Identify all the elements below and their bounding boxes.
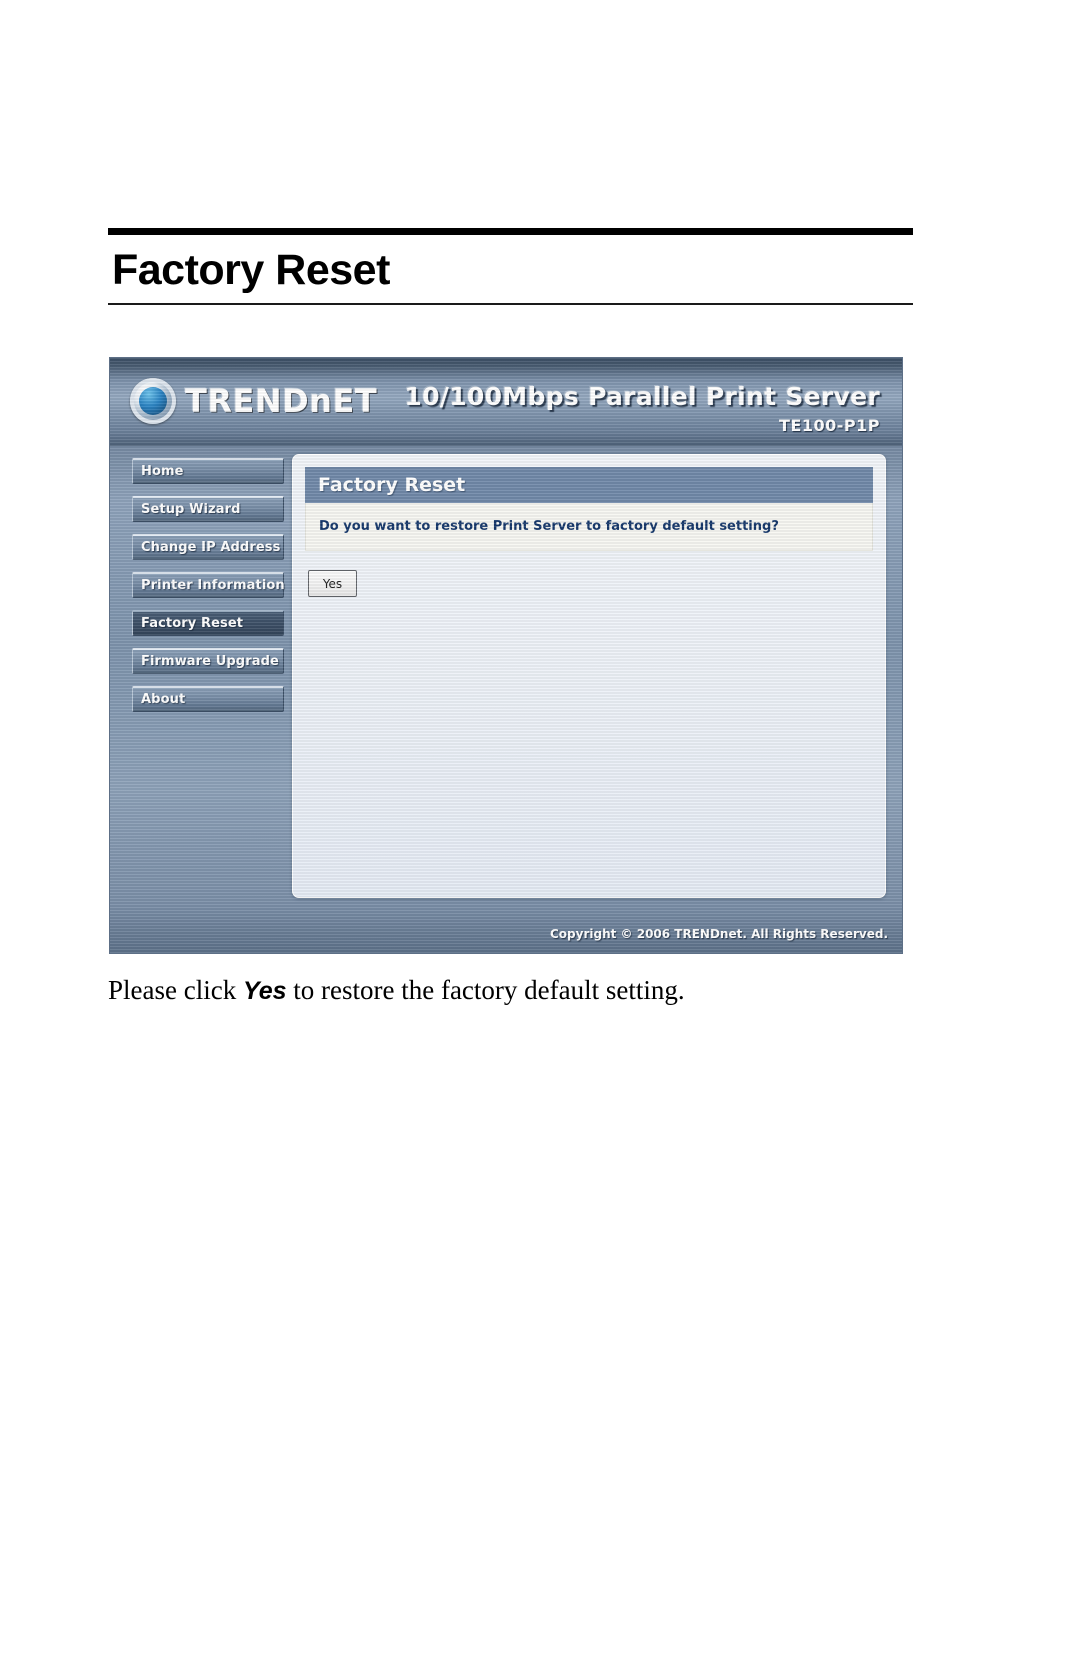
trendnet-swirl-icon — [130, 378, 176, 424]
heading-rule-top — [108, 228, 913, 235]
sidebar-item-label: Printer Information — [141, 578, 285, 593]
sidebar-item-home[interactable]: Home — [132, 458, 284, 484]
content-heading: Factory Reset — [318, 474, 466, 496]
copyright-text: Copyright © 2006 TRENDnet. All Rights Re… — [550, 926, 888, 941]
sidebar-item-label: Home — [141, 464, 184, 479]
product-name: 10/100Mbps Parallel Print Server — [404, 382, 880, 411]
ui-body: Home Setup Wizard Change IP Address Prin… — [110, 446, 902, 914]
content-heading-bar: Factory Reset — [305, 467, 873, 503]
brand-logo: TRENDnET — [130, 378, 377, 424]
ui-footer: Copyright © 2006 TRENDnet. All Rights Re… — [110, 914, 902, 953]
caption-keyword: Yes — [242, 977, 287, 1005]
page-heading-block: Factory Reset — [108, 228, 913, 305]
sidebar-item-about[interactable]: About — [132, 686, 284, 712]
confirmation-question: Do you want to restore Print Server to f… — [319, 519, 779, 534]
figure-caption: Please click Yes to restore the factory … — [108, 975, 938, 1006]
caption-text-before: Please click — [108, 975, 243, 1005]
product-model: TE100-P1P — [779, 416, 880, 435]
sidebar-item-label: Factory Reset — [141, 616, 244, 631]
sidebar-item-printer-information[interactable]: Printer Information — [132, 572, 285, 598]
sidebar-item-setup-wizard[interactable]: Setup Wizard — [132, 496, 284, 522]
sidebar-item-label: About — [141, 692, 186, 707]
product-identity: 10/100Mbps Parallel Print Server TE100-P… — [404, 382, 880, 435]
sidebar-item-label: Setup Wizard — [141, 502, 241, 517]
sidebar-item-change-ip-address[interactable]: Change IP Address — [132, 534, 284, 560]
page-title: Factory Reset — [112, 246, 390, 294]
content-panel: Factory Reset Do you want to restore Pri… — [292, 454, 886, 898]
print-server-web-ui-screenshot: TRENDnET 10/100Mbps Parallel Print Serve… — [109, 357, 903, 954]
sidebar-item-label: Change IP Address — [141, 540, 281, 555]
sidebar-item-label: Firmware Upgrade — [141, 654, 279, 669]
caption-text-after: to restore the factory default setting. — [286, 975, 685, 1005]
confirmation-message-box: Do you want to restore Print Server to f… — [305, 503, 873, 551]
brand-name: TRENDnET — [185, 382, 378, 420]
yes-button[interactable]: Yes — [308, 570, 357, 597]
sidebar-item-factory-reset[interactable]: Factory Reset — [132, 610, 284, 636]
sidebar-item-firmware-upgrade[interactable]: Firmware Upgrade — [132, 648, 284, 674]
ui-header-banner: TRENDnET 10/100Mbps Parallel Print Serve… — [110, 358, 902, 446]
sidebar-nav: Home Setup Wizard Change IP Address Prin… — [110, 446, 292, 914]
heading-rule-bottom — [108, 303, 913, 305]
